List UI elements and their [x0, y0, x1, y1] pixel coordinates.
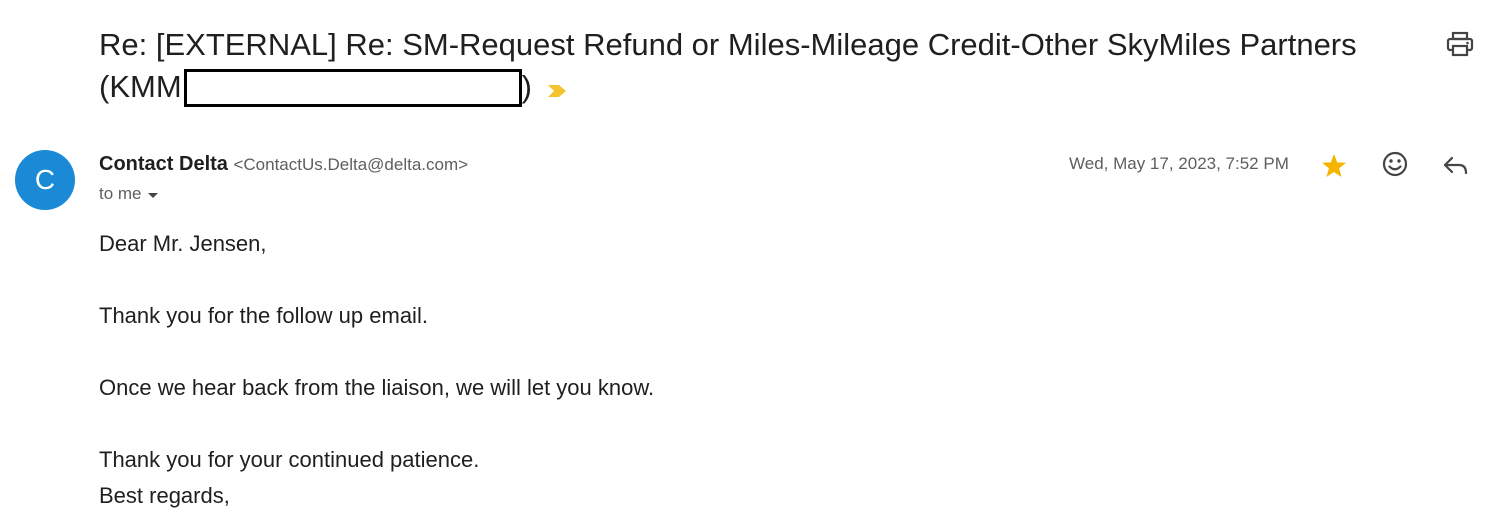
email-view: Re: [EXTERNAL] Re: SM-Request Refund or …: [0, 0, 1497, 514]
body-line: Thank you for the follow up email.: [99, 303, 428, 328]
print-button[interactable]: [1446, 31, 1474, 57]
body-closing: Best regards,: [99, 483, 230, 508]
email-body: Dear Mr. Jensen, Thank you for the follo…: [99, 226, 654, 514]
avatar-letter: C: [34, 164, 56, 195]
subject-text-line2: (KMM: [99, 69, 182, 104]
add-reaction-button[interactable]: [1379, 148, 1411, 180]
subject-text-line1: Re: [EXTERNAL] Re: SM-Request Refund or …: [99, 27, 1357, 62]
important-marker-icon[interactable]: [546, 68, 568, 110]
redaction-box: [183, 69, 522, 107]
body-greeting: Dear Mr. Jensen,: [99, 231, 267, 256]
avatar[interactable]: C: [15, 150, 75, 210]
caret-down-icon: [147, 192, 158, 198]
email-timestamp: Wed, May 17, 2023, 7:52 PM: [1069, 154, 1289, 173]
subject-text-end: ): [521, 69, 532, 104]
sender-name[interactable]: Contact Delta: [99, 153, 228, 175]
sender-email[interactable]: <ContactUs.Delta@delta.com>: [233, 155, 468, 174]
print-icon: [1446, 31, 1474, 57]
emoji-icon: [1382, 151, 1408, 177]
star-button[interactable]: [1318, 150, 1350, 182]
star-icon: [1322, 154, 1346, 177]
recipient-label: to me: [99, 184, 142, 203]
reply-icon: [1443, 156, 1468, 175]
reply-button[interactable]: [1440, 150, 1472, 182]
email-subject: Re: [EXTERNAL] Re: SM-Request Refund or …: [99, 24, 1429, 110]
sender-info: Contact Delta <ContactUs.Delta@delta.com…: [99, 152, 468, 177]
body-line: Thank you for your continued patience.: [99, 447, 480, 472]
body-line: Once we hear back from the liaison, we w…: [99, 375, 655, 400]
recipient-details-toggle[interactable]: to me: [99, 183, 160, 205]
